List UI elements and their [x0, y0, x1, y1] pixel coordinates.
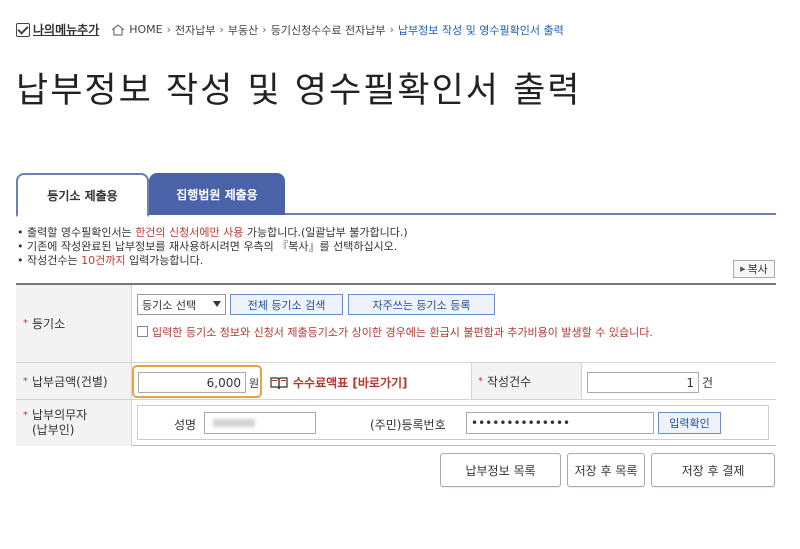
payer-header: * 납부의무자 (납부인) — [16, 400, 132, 446]
agree-checkbox[interactable] — [137, 326, 148, 337]
count-unit: 건 — [702, 376, 714, 390]
reg-no-input[interactable]: •••••••••••••• — [466, 412, 654, 434]
registry-label: 등기소 — [32, 317, 66, 331]
arrow-right-icon: ▶ — [740, 265, 746, 273]
required-mark: * — [478, 375, 483, 387]
tab-execution-court[interactable]: 집행법원 제출용 — [149, 173, 285, 215]
tab-bar: 등기소 제출용 집행법원 제출용 — [16, 173, 776, 217]
amount-label: 납부금액(건별) — [32, 374, 108, 389]
book-icon — [270, 376, 288, 389]
breadcrumb-fee-payment[interactable]: 등기신청수수료 전자납부 — [271, 22, 386, 38]
breadcrumb-current: 납부정보 작성 및 영수필확인서 출력 — [397, 23, 564, 37]
registry-header: * 등기소 — [16, 285, 132, 362]
payer-fields: 성명 (주민)등록번호 •••••••••••••• 입력확인 — [137, 405, 769, 440]
count-input[interactable] — [587, 372, 699, 393]
chevron-down-icon — [213, 301, 221, 307]
count-label: 작성건수 — [487, 374, 532, 389]
register-frequent-registry-button[interactable]: 자주쓰는 등기소 등록 — [348, 294, 495, 315]
notice-line-1: • 출력할 영수필확인서는 한건의 신청서에만 사용 가능합니다.(일괄납부 불… — [17, 226, 408, 239]
breadcrumb-real-estate[interactable]: 부동산 — [228, 22, 258, 38]
agree-notice: 입력한 등기소 정보와 신청서 제출등기소가 상이한 경우에는 환급시 불편함과… — [137, 325, 773, 340]
breadcrumb-separator: › — [262, 23, 267, 36]
name-input[interactable] — [204, 412, 316, 434]
add-my-menu-label: 나의메뉴추가 — [33, 23, 100, 37]
breadcrumb-separator: › — [166, 23, 172, 36]
breadcrumb-electronic-payment[interactable]: 전자납부 — [175, 22, 215, 38]
payment-form: * 등기소 등기소 선택 전체 등기소 검색 자주쓰는 등기소 등록 입력한 등… — [16, 283, 776, 446]
required-mark: * — [23, 375, 28, 387]
breadcrumb-separator: › — [219, 23, 224, 36]
fee-table-link-label: 수수료액표 [바로가기] — [293, 376, 408, 390]
notice-line-2: • 기존에 작성완료된 납부정보를 재사용하시려면 우측의 『복사』를 선택하십… — [17, 240, 398, 253]
amount-row: * 납부금액(건별) 원 수수료액표 [바로가기] * 작성건수 건 — [16, 363, 776, 400]
amount-unit: 원 — [249, 377, 260, 390]
masked-name — [213, 419, 255, 427]
breadcrumb-separator: › — [389, 23, 394, 36]
confirm-input-button[interactable]: 입력확인 — [658, 412, 721, 434]
required-mark: * — [23, 410, 28, 421]
amount-input[interactable] — [138, 372, 246, 393]
search-all-registry-button[interactable]: 전체 등기소 검색 — [230, 294, 343, 315]
home-icon — [111, 23, 125, 36]
breadcrumb-home[interactable]: HOME — [129, 23, 162, 36]
notice-line-3: • 작성건수는 10건까지 입력가능합니다. — [17, 254, 204, 267]
amount-header: * 납부금액(건별) — [16, 363, 132, 399]
copy-button[interactable]: ▶ 복사 — [733, 260, 775, 278]
registry-row: * 등기소 등기소 선택 전체 등기소 검색 자주쓰는 등기소 등록 입력한 등… — [16, 285, 776, 363]
copy-button-label: 복사 — [747, 263, 768, 276]
reg-no-label: (주민)등록번호 — [370, 418, 446, 432]
payment-list-button[interactable]: 납부정보 목록 — [440, 453, 561, 487]
required-mark: * — [23, 318, 28, 329]
notice-list: • 출력할 영수필확인서는 한건의 신청서에만 사용 가능합니다.(일괄납부 불… — [17, 226, 408, 268]
save-and-list-button[interactable]: 저장 후 목록 — [567, 453, 645, 487]
page-title: 납부정보 작성 및 영수필확인서 출력 — [16, 71, 582, 111]
breadcrumb: 나의메뉴추가 HOME › 전자납부 › 부동산 › 등기신청수수료 전자납부 … — [16, 21, 564, 38]
add-my-menu-button[interactable]: 나의메뉴추가 — [16, 21, 99, 38]
payer-label: 납부의무자 (납부인) — [32, 408, 88, 437]
save-and-pay-button[interactable]: 저장 후 결제 — [651, 453, 775, 487]
name-label: 성명 — [174, 418, 197, 432]
checkbox-icon — [16, 22, 30, 37]
registry-select-value: 등기소 선택 — [142, 298, 197, 312]
count-header: * 작성건수 — [471, 363, 582, 399]
payer-row: * 납부의무자 (납부인) 성명 (주민)등록번호 ••••••••••••••… — [16, 400, 776, 446]
agree-text: 입력한 등기소 정보와 신청서 제출등기소가 상이한 경우에는 환급시 불편함과… — [152, 326, 653, 339]
fee-table-link[interactable]: 수수료액표 [바로가기] — [270, 374, 408, 391]
tab-registry-office[interactable]: 등기소 제출용 — [16, 173, 149, 217]
registry-select[interactable]: 등기소 선택 — [137, 294, 226, 315]
